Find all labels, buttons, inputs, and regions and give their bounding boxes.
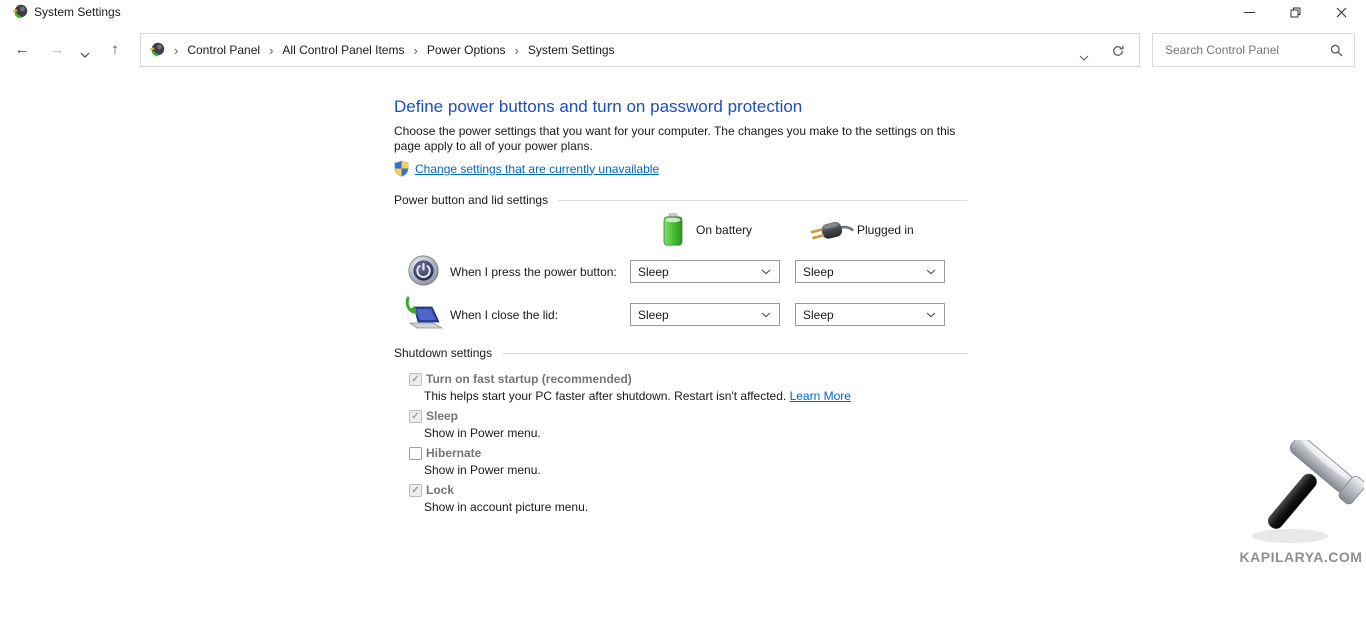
plugged-in-column-header: Plugged in: [857, 223, 914, 237]
sleep-checkbox[interactable]: ✓: [409, 410, 422, 423]
breadcrumb-separator: ›: [260, 43, 282, 58]
sleep-description: Show in Power menu.: [424, 426, 541, 440]
hibernate-label: Hibernate: [426, 446, 481, 460]
on-battery-column-header: On battery: [696, 223, 752, 237]
section-rule: [502, 353, 967, 354]
section-label: Shutdown settings: [394, 346, 492, 360]
dropdown-value: Sleep: [631, 308, 761, 322]
refresh-button[interactable]: [1111, 44, 1125, 63]
breadcrumb-system-settings[interactable]: System Settings: [528, 43, 615, 57]
hibernate-description: Show in Power menu.: [424, 463, 541, 477]
forward-button[interactable]: →: [47, 42, 67, 58]
control-panel-icon: [149, 42, 165, 58]
hammer-watermark-icon: [1242, 440, 1364, 546]
search-box: [1152, 33, 1355, 67]
close-button[interactable]: [1318, 0, 1364, 24]
power-button-plugged-in-dropdown[interactable]: Sleep: [795, 260, 945, 283]
fast-startup-checkbox[interactable]: ✓: [409, 373, 422, 386]
chevron-down-icon: [761, 269, 771, 275]
chevron-down-icon: [926, 312, 936, 318]
fast-startup-description: This helps start your PC faster after sh…: [424, 389, 851, 403]
check-icon: ✓: [411, 412, 419, 422]
power-button-row-label: When I press the power button:: [450, 265, 617, 279]
power-button-on-battery-dropdown[interactable]: Sleep: [630, 260, 780, 283]
restore-button[interactable]: [1272, 0, 1318, 24]
control-panel-icon: [12, 4, 28, 20]
change-settings-link[interactable]: Change settings that are currently unava…: [415, 162, 659, 176]
magnifier-icon: [1330, 44, 1344, 58]
learn-more-link[interactable]: Learn More: [790, 389, 851, 403]
breadcrumb-power-options[interactable]: Power Options: [427, 43, 506, 57]
intro-text: Choose the power settings that you want …: [394, 124, 962, 154]
uac-shield-icon: [394, 160, 409, 177]
close-icon: [1336, 7, 1347, 18]
power-button-lid-settings-header: Power button and lid settings: [394, 193, 967, 207]
fast-startup-description-text: This helps start your PC faster after sh…: [424, 389, 786, 403]
dropdown-value: Sleep: [796, 308, 926, 322]
section-rule: [558, 200, 967, 201]
restore-icon: [1290, 7, 1301, 18]
titlebar: System Settings: [0, 0, 1366, 24]
minimize-button[interactable]: [1226, 0, 1272, 24]
section-label: Power button and lid settings: [394, 193, 548, 207]
plug-icon: [808, 218, 854, 244]
chevron-down-icon: [926, 269, 936, 275]
shutdown-settings-header: Shutdown settings: [394, 346, 967, 360]
chevron-down-icon: [80, 52, 90, 58]
battery-icon: [663, 213, 683, 246]
check-icon: ✓: [411, 486, 419, 496]
close-lid-plugged-in-dropdown[interactable]: Sleep: [795, 303, 945, 326]
system-settings-window: System Settings ← → ↑ › Control Panel: [0, 0, 1366, 628]
search-input[interactable]: [1153, 34, 1354, 66]
uac-link-row: Change settings that are currently unava…: [394, 160, 659, 177]
check-icon: ✓: [411, 375, 419, 385]
hibernate-checkbox[interactable]: [409, 447, 422, 460]
lock-label: Lock: [426, 483, 454, 497]
watermark-text: KAPILARYA.COM: [1238, 549, 1364, 565]
breadcrumb: › Control Panel › All Control Panel Item…: [165, 43, 615, 58]
search-icon[interactable]: [1330, 44, 1344, 63]
dropdown-value: Sleep: [631, 265, 761, 279]
window-title: System Settings: [34, 5, 121, 19]
chevron-down-icon: [1079, 55, 1089, 61]
fast-startup-label: Turn on fast startup (recommended): [426, 372, 632, 386]
close-lid-on-battery-dropdown[interactable]: Sleep: [630, 303, 780, 326]
breadcrumb-control-panel[interactable]: Control Panel: [187, 43, 260, 57]
address-bar[interactable]: › Control Panel › All Control Panel Item…: [140, 33, 1140, 67]
power-button-icon: [408, 255, 439, 286]
breadcrumb-separator: ›: [404, 43, 426, 58]
recent-pages-chevron[interactable]: [79, 46, 91, 62]
dropdown-value: Sleep: [796, 265, 926, 279]
page-title: Define power buttons and turn on passwor…: [394, 97, 802, 117]
refresh-icon: [1111, 44, 1125, 58]
back-button[interactable]: ←: [12, 42, 32, 58]
address-dropdown-button[interactable]: [1079, 48, 1089, 66]
minimize-icon: [1244, 12, 1255, 13]
lock-description: Show in account picture menu.: [424, 500, 588, 514]
up-button[interactable]: ↑: [105, 42, 125, 58]
laptop-lid-icon: [403, 296, 444, 331]
sleep-label: Sleep: [426, 409, 458, 423]
lock-checkbox[interactable]: ✓: [409, 484, 422, 497]
breadcrumb-all-control-panel-items[interactable]: All Control Panel Items: [282, 43, 404, 57]
chevron-down-icon: [761, 312, 771, 318]
breadcrumb-separator: ›: [165, 43, 187, 58]
close-lid-row-label: When I close the lid:: [450, 308, 558, 322]
breadcrumb-separator: ›: [506, 43, 528, 58]
